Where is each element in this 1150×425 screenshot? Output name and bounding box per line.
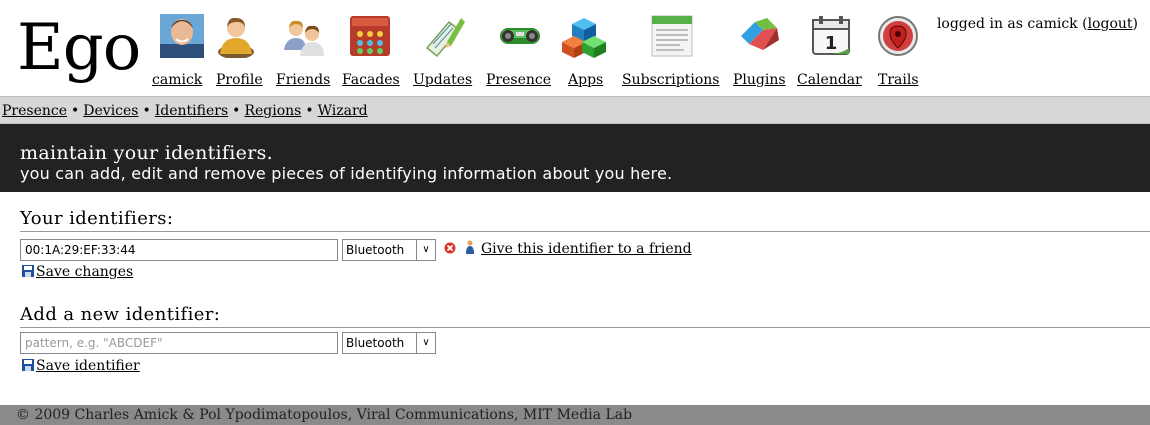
footer: © 2009 Charles Amick & Pol Ypodimatopoul… [0, 405, 1150, 425]
subnav-devices[interactable]: Devices [83, 103, 138, 119]
nav-label-friends[interactable]: Friends [276, 72, 330, 88]
login-prefix: logged in as camick ( [936, 16, 1088, 32]
subnav-separator: • [142, 103, 151, 119]
login-status: logged in as camick (logout) [937, 16, 1138, 32]
footer-copyright: © 2009 Charles Amick & Pol Ypodimatopoul… [16, 407, 633, 423]
identifier-type-select[interactable]: Bluetooth ∨ [342, 239, 436, 261]
facades-grid-icon [350, 16, 390, 56]
plugins-puzzle-icon [741, 18, 779, 50]
subnav-identifiers[interactable]: Identifiers [155, 103, 228, 119]
subnav-presence[interactable]: Presence [2, 103, 67, 119]
nav-label-calendar[interactable]: Calendar [797, 72, 862, 88]
nav-label-presence[interactable]: Presence [486, 72, 551, 88]
calendar-day-number: 1 [825, 33, 838, 54]
save-identifier-button[interactable]: Save identifier [22, 358, 140, 374]
nav-label-camick[interactable]: camick [152, 72, 202, 88]
banner-subtitle: you can add, edit and remove pieces of i… [20, 164, 673, 183]
nav-label-plugins[interactable]: Plugins [733, 72, 786, 88]
nav-label-facades[interactable]: Facades [342, 72, 400, 88]
add-identifier-section-title: Add a new identifier: [20, 304, 1150, 328]
nav-label-trails[interactable]: Trails [878, 72, 919, 88]
delete-identifier-icon[interactable] [444, 242, 456, 254]
save-changes-button[interactable]: Save changes [22, 264, 133, 280]
floppy-disk-icon [22, 359, 34, 371]
nav-label-subscriptions[interactable]: Subscriptions [622, 72, 719, 88]
user-avatar-icon [160, 14, 204, 58]
save-identifier-label[interactable]: Save identifier [36, 358, 140, 374]
updates-pencil-icon [425, 18, 465, 58]
apps-cubes-icon [562, 18, 606, 58]
identifier-type-value: Bluetooth [346, 243, 405, 257]
chevron-down-icon: ∨ [416, 333, 435, 353]
header: Ego camick Profile Friends Facades Updat… [0, 0, 1150, 96]
subscriptions-feed-icon [651, 15, 693, 57]
nav-label-updates[interactable]: Updates [413, 72, 472, 88]
identifier-value-input[interactable]: 00:1A:29:EF:33:44 [20, 239, 338, 261]
subnav-wizard[interactable]: Wizard [318, 103, 368, 119]
nav-label-apps[interactable]: Apps [568, 72, 603, 88]
page-banner: maintain your identifiers. you can add, … [0, 124, 1150, 192]
new-identifier-input[interactable]: pattern, e.g. "ABCDEF" [20, 332, 338, 354]
save-changes-label[interactable]: Save changes [36, 264, 133, 280]
presence-device-icon [500, 28, 540, 44]
trails-map-pin-icon [878, 16, 918, 56]
sub-nav: Presence • Devices • Identifiers • Regions • Wiz… [0, 96, 1150, 124]
profile-person-icon [218, 17, 254, 58]
subnav-separator: • [71, 103, 80, 119]
banner-title: maintain your identifiers. [20, 142, 273, 164]
app-logo[interactable]: Ego [17, 8, 141, 88]
login-suffix: ) [1132, 16, 1138, 32]
new-identifier-type-value: Bluetooth [346, 336, 405, 350]
nav-label-profile[interactable]: Profile [216, 72, 263, 88]
logout-link[interactable]: logout [1088, 16, 1133, 32]
new-identifier-type-select[interactable]: Bluetooth ∨ [342, 332, 436, 354]
identifiers-section-title: Your identifiers: [20, 208, 1150, 232]
calendar-icon: 1 [812, 16, 850, 55]
subnav-regions[interactable]: Regions [244, 103, 301, 119]
chevron-down-icon: ∨ [416, 240, 435, 260]
subnav-separator: • [305, 103, 314, 119]
floppy-disk-icon [22, 265, 34, 277]
subnav-separator: • [232, 103, 241, 119]
friends-people-icon [284, 20, 324, 56]
person-icon [466, 240, 474, 254]
give-identifier-link[interactable]: Give this identifier to a friend [481, 241, 692, 257]
